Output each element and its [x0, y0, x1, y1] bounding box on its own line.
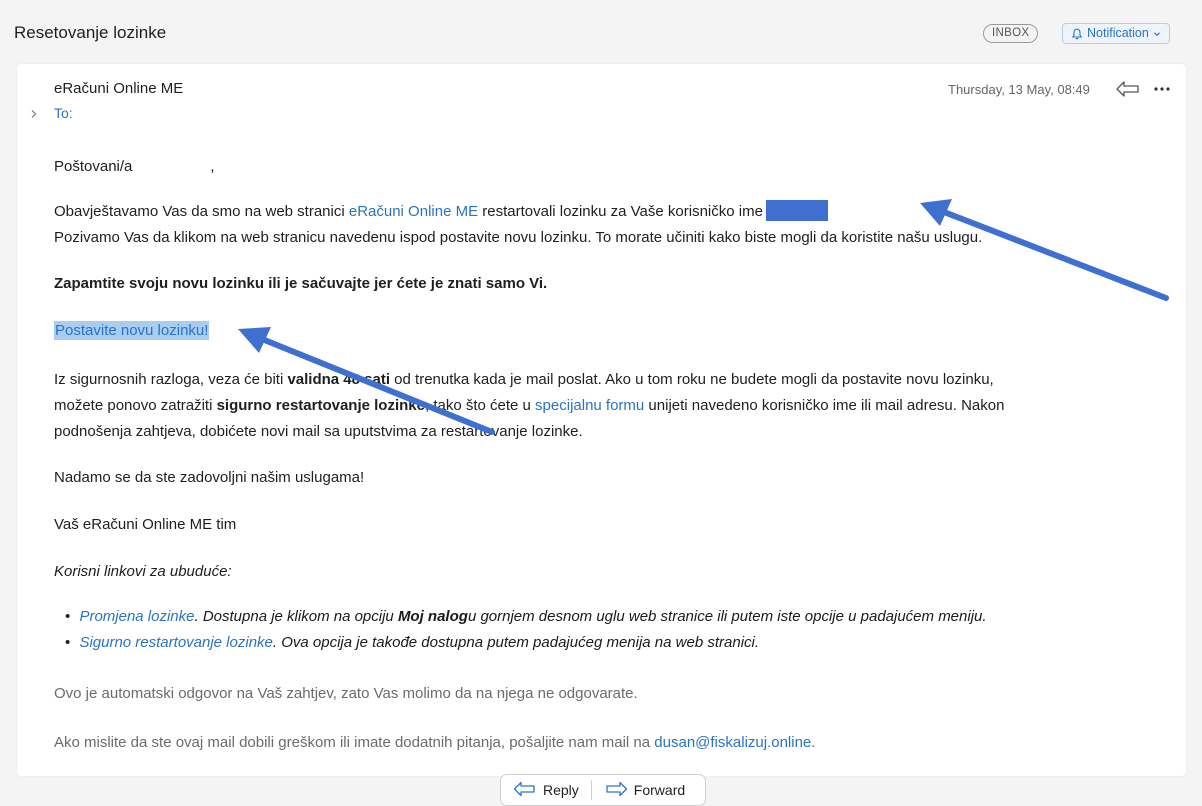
message-action-bar: Reply Forward [500, 774, 706, 806]
reply-icon [513, 781, 537, 800]
li1-text-a: . Dostupna je klikom na opciju [194, 608, 398, 625]
paragraph-3: Zapamtite svoju novu lozinku ili je saču… [54, 275, 548, 292]
reset-link-line: Postavite novu lozinku! [54, 319, 210, 343]
paragraph-4-line-2: možete ponovo zatražiti sigurno restarto… [54, 394, 1004, 418]
redacted-username [765, 200, 828, 221]
more-icon[interactable] [1153, 79, 1171, 97]
change-password-link[interactable]: Promjena lozinke [79, 608, 194, 625]
paragraph-4-line-3: podnošenja zahtjeva, dobićete novi mail … [54, 423, 583, 440]
special-form-link[interactable]: specijalnu formu [535, 397, 644, 414]
paragraph-5: Nadamo se da ste zadovoljni našim usluga… [54, 469, 365, 486]
list-item: Promjena lozinke. Dostupna je klikom na … [76, 604, 987, 630]
reply-icon[interactable] [1115, 80, 1141, 103]
chevron-right-icon[interactable] [30, 107, 38, 122]
p1-text-b: restartovali lozinku za Vaše korisničko … [478, 203, 763, 220]
p4-bold-validity: validna 48 sati [287, 371, 391, 388]
reset-password-link[interactable]: Postavite novu lozinku! [54, 321, 210, 340]
greeting-comma: , [210, 158, 215, 175]
inbox-badge[interactable]: INBOX [983, 24, 1039, 43]
p4-l2-text-a: možete ponovo zatražiti [54, 397, 217, 414]
greeting-text: Poštovani/a [54, 158, 133, 175]
chevron-down-icon [1153, 30, 1161, 38]
paragraph-6: Vaš eRačuni Online ME tim [54, 516, 237, 533]
p1-text-a: Obavještavamo Vas da smo na web stranici [54, 203, 349, 220]
p4-bold-secure-reset: sigurno restartovanje lozinke [216, 397, 425, 414]
email-link[interactable]: dusan@fiskalizuj.online [654, 734, 811, 751]
secure-reset-link[interactable]: Sigurno restartovanje lozinke [79, 634, 272, 651]
paragraph-1: Obavještavamo Vas da smo na web stranici… [54, 200, 828, 224]
p4-l2-text-c: unijeti navedeno korisničko ime ili mail… [644, 397, 1005, 414]
forward-button[interactable]: Forward [592, 775, 697, 805]
paragraph-8: Ovo je automatski odgovor na Vaš zahtjev… [54, 685, 638, 702]
site-link[interactable]: eRačuni Online ME [349, 203, 478, 220]
li1-bold: Moj nalog [397, 608, 468, 625]
p4-text-b: od trenutka kada je mail poslat. Ako u t… [390, 371, 994, 388]
paragraph-7: Korisni linkovi za ubuduće: [54, 563, 232, 580]
paragraph-9: Ako mislite da ste ovaj mail dobili greš… [54, 731, 815, 755]
message-date: Thursday, 13 May, 08:49 [948, 82, 1090, 97]
p4-text-a: Iz sigurnosnih razloga, veza će biti [54, 371, 288, 388]
notification-button[interactable]: Notification [1062, 23, 1170, 44]
forward-icon [604, 781, 628, 800]
p4-l2-text-b: , tako što ćete u [424, 397, 536, 414]
recipients-toggle[interactable]: To: [54, 105, 73, 121]
forward-label: Forward [633, 782, 686, 798]
greeting: Poštovani/a, [54, 155, 215, 179]
p9-text-b: . [811, 734, 816, 751]
li1-text-b: u gornjem desnom uglu web stranice ili p… [467, 608, 987, 625]
message-header: Resetovanje lozinke INBOX Notification [0, 0, 1202, 64]
list-item: Sigurno restartovanje lozinke. Ova opcij… [76, 630, 987, 656]
bell-icon [1071, 28, 1083, 40]
li2-text-a: . Ova opcija je takođe dostupna putem pa… [272, 634, 760, 651]
reply-button[interactable]: Reply [501, 775, 591, 805]
useful-links-list: Promjena lozinke. Dostupna je klikom na … [76, 604, 987, 656]
notification-label: Notification [1087, 26, 1149, 40]
paragraph-2: Pozivamo Vas da klikom na web stranicu n… [54, 229, 983, 246]
p9-text-a: Ako mislite da ste ovaj mail dobili greš… [54, 734, 655, 751]
reply-label: Reply [543, 782, 579, 798]
sender-name[interactable]: eRačuni Online ME [54, 80, 183, 97]
paragraph-4-line-1: Iz sigurnosnih razloga, veza će biti val… [54, 368, 994, 392]
message-subject: Resetovanje lozinke [14, 23, 167, 42]
